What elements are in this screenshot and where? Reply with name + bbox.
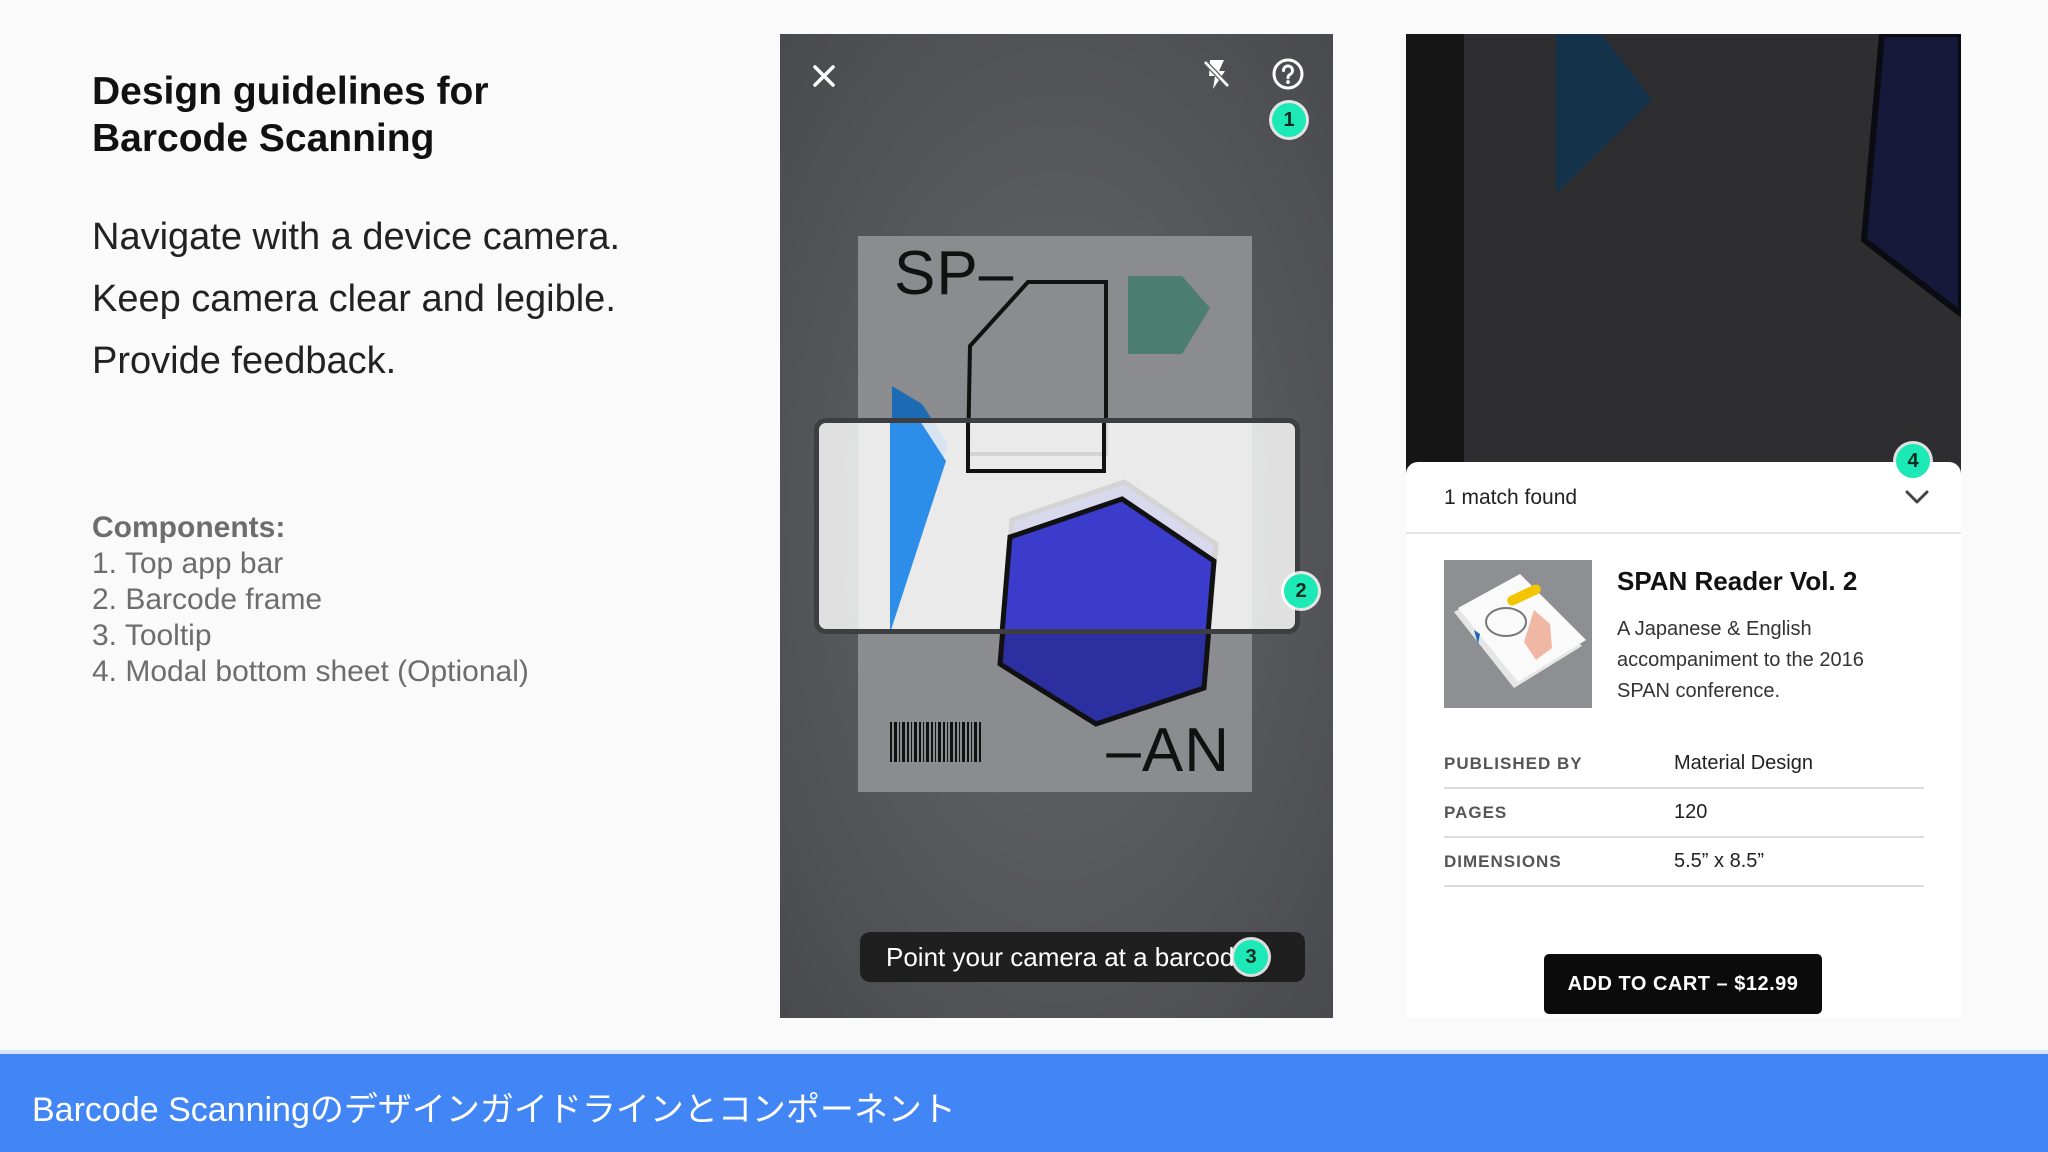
component-item: 3. Tooltip: [92, 619, 212, 652]
flash-toggle-button[interactable]: [1194, 52, 1238, 96]
add-to-cart-button[interactable]: ADD TO CART – $12.99: [1544, 954, 1822, 1014]
annotation-badge: 3: [1234, 940, 1268, 974]
bottom-sheet: 1 match found SPAN Reader Vol. 2 A Japan…: [1406, 462, 1961, 1018]
help-button[interactable]: [1266, 52, 1310, 96]
camera-preview-shapes: [1406, 34, 1961, 474]
barcode-frame: [814, 418, 1300, 634]
annotation-badge: 2: [1284, 574, 1318, 608]
components-list: Components: 1. Top app bar 2. Barcode fr…: [92, 510, 529, 690]
caption-text: Barcode Scanningのデザインガイドラインとコンポーネント: [32, 1091, 956, 1129]
details-value: 120: [1674, 801, 1708, 823]
sheet-header: 1 match found: [1406, 462, 1961, 534]
tooltip-text: Point your camera at a barcode: [886, 942, 1249, 972]
guideline-list: Navigate with a device camera. Keep came…: [92, 206, 620, 392]
details-label: DIMENSIONS: [1444, 852, 1562, 871]
help-icon: [1272, 58, 1304, 90]
flash-off-icon: [1203, 60, 1230, 89]
slide-title: Design guidelines for Barcode Scanning: [92, 68, 489, 162]
guideline-item: Provide feedback.: [92, 340, 397, 382]
frame-book-shapes: [890, 423, 1217, 629]
product-image-art: [1454, 574, 1586, 688]
components-heading: Components:: [92, 511, 286, 544]
guideline-item: Keep camera clear and legible.: [92, 278, 616, 320]
product-details-table: PUBLISHED BY Material Design PAGES 120 D…: [1444, 740, 1924, 887]
details-value: Material Design: [1674, 752, 1813, 774]
details-label: PAGES: [1444, 803, 1508, 822]
component-item: 4. Modal bottom sheet (Optional): [92, 655, 529, 688]
details-row: PAGES 120: [1444, 789, 1924, 838]
product-description: A Japanese & English accompaniment to th…: [1617, 618, 1864, 702]
guideline-item: Navigate with a device camera.: [92, 216, 621, 258]
scanner-screen: SP– –AN Point your camera at a barcode 1…: [780, 34, 1333, 1018]
component-item: 1. Top app bar: [92, 547, 284, 580]
collapse-sheet-button[interactable]: [1900, 480, 1934, 514]
close-button[interactable]: [802, 54, 846, 98]
details-row: PUBLISHED BY Material Design: [1444, 740, 1924, 789]
details-label: PUBLISHED BY: [1444, 754, 1583, 773]
book-cover-text-bottom: –AN: [1106, 716, 1230, 785]
details-value: 5.5” x 8.5”: [1674, 850, 1765, 872]
annotation-badge: 4: [1896, 444, 1930, 478]
slide-title-line1: Design guidelines for: [92, 70, 489, 113]
caption-banner: Barcode Scanningのデザインガイドラインとコンポーネント: [0, 1050, 2048, 1152]
annotation-badge: 1: [1272, 103, 1306, 137]
slide-title-line2: Barcode Scanning: [92, 117, 435, 160]
details-row: DIMENSIONS 5.5” x 8.5”: [1444, 838, 1924, 887]
chevron-down-icon: [1905, 490, 1929, 504]
result-screen: 1 match found SPAN Reader Vol. 2 A Japan…: [1406, 34, 1961, 1018]
book-barcode: [890, 722, 981, 762]
match-count: 1 match found: [1444, 486, 1578, 509]
product-image: [1444, 560, 1592, 708]
component-item: 2. Barcode frame: [92, 583, 323, 616]
product-title: SPAN Reader Vol. 2: [1617, 566, 1858, 596]
camera-preview: [1406, 34, 1961, 474]
close-icon: [813, 65, 835, 87]
